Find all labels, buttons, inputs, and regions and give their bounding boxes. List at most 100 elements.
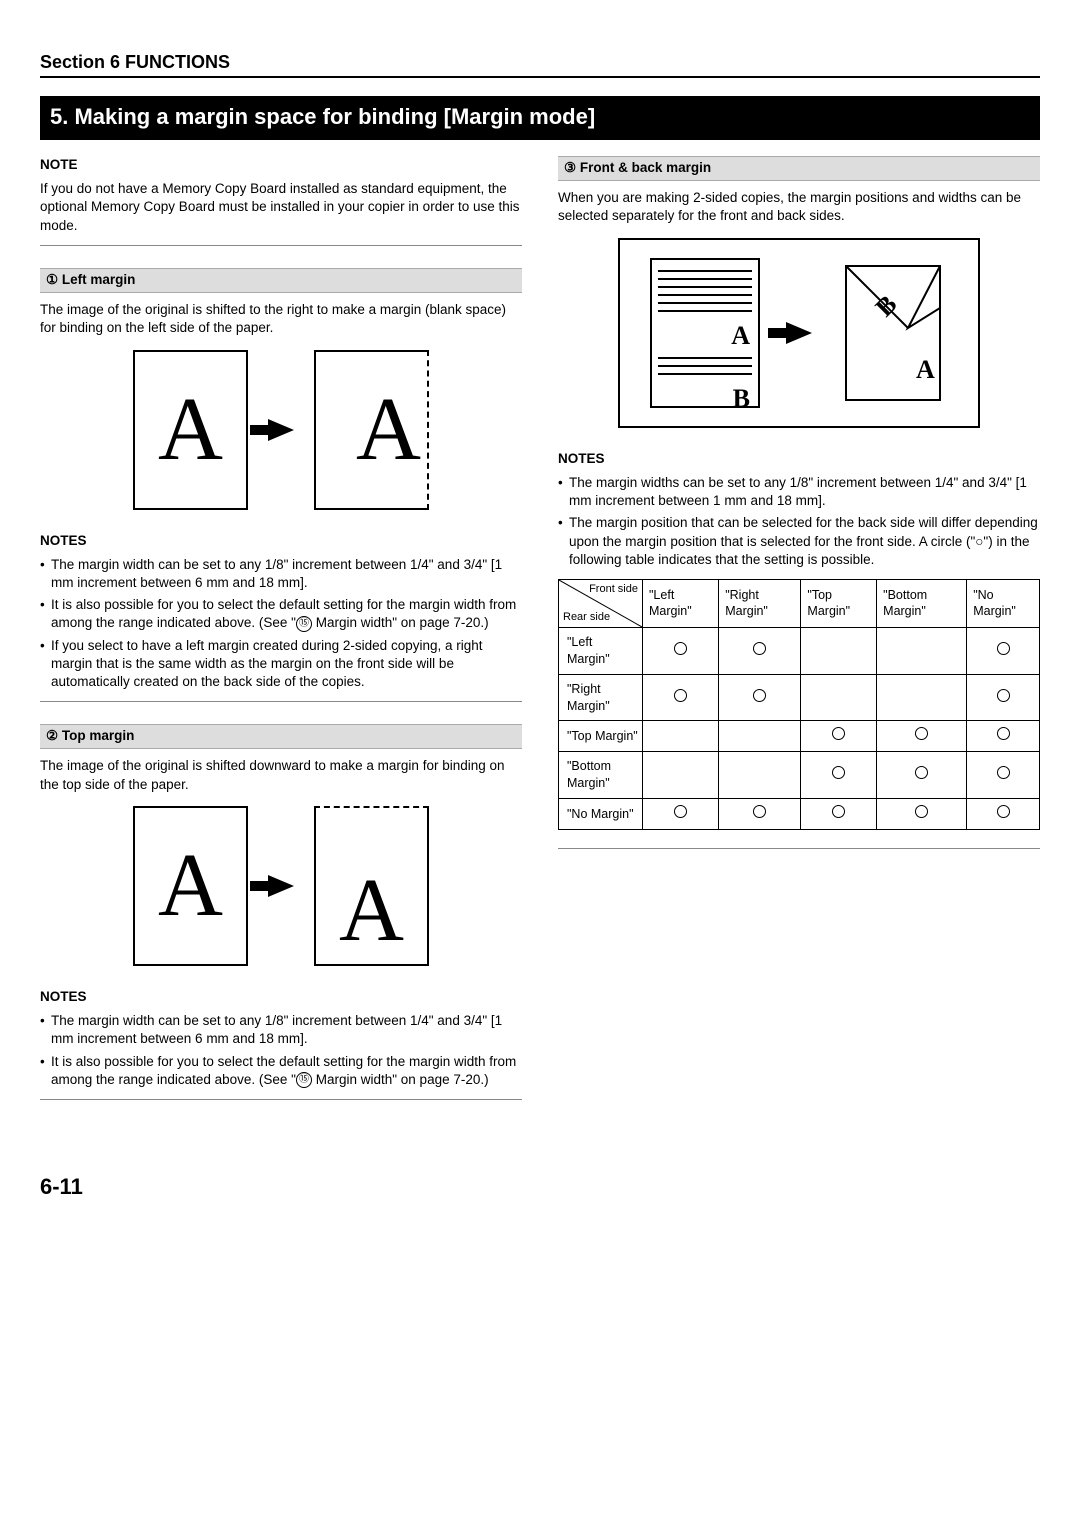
circle-mark-icon: [997, 642, 1010, 655]
col-header: "No Margin": [967, 579, 1040, 627]
list-item: It is also possible for you to select th…: [40, 596, 522, 632]
shifted-page-icon: A: [314, 350, 429, 510]
table-cell: [643, 721, 719, 752]
table-cell: [877, 752, 967, 799]
circle-mark-icon: [832, 727, 845, 740]
circle-mark-icon: [674, 805, 687, 818]
front-back-notes-list: The margin widths can be set to any 1/8"…: [558, 474, 1040, 569]
top-margin-notes-list: The margin width can be set to any 1/8" …: [40, 1012, 522, 1089]
circle-mark-icon: [997, 727, 1010, 740]
note-body: If you do not have a Memory Copy Board i…: [40, 180, 522, 235]
row-header: "Top Margin": [559, 721, 643, 752]
top-margin-body: The image of the original is shifted dow…: [40, 757, 522, 793]
table-row: "Left Margin": [559, 627, 1040, 674]
circle-mark-icon: [832, 805, 845, 818]
table-cell: [967, 721, 1040, 752]
circle-mark-icon: [753, 642, 766, 655]
row-header: "Bottom Margin": [559, 752, 643, 799]
table-cell: [877, 627, 967, 674]
list-item: If you select to have a left margin crea…: [40, 637, 522, 692]
table-cell: [801, 721, 877, 752]
left-margin-illustration: A A: [40, 350, 522, 510]
two-column-layout: NOTE If you do not have a Memory Copy Bo…: [40, 156, 1040, 1122]
front-back-illustration: A B B A: [558, 238, 1040, 428]
left-column: NOTE If you do not have a Memory Copy Bo…: [40, 156, 522, 1122]
col-header: "Left Margin": [643, 579, 719, 627]
diagonal-header-cell: Front side Rear side: [559, 579, 643, 627]
circle-mark-icon: [674, 689, 687, 702]
subheading-left-margin: ① Left margin: [40, 268, 522, 293]
arrow-icon: [268, 875, 294, 897]
notes-heading: NOTES: [40, 988, 522, 1006]
list-item: The margin width can be set to any 1/8" …: [40, 1012, 522, 1048]
subheading-top-margin: ② Top margin: [40, 724, 522, 749]
table-cell: [719, 721, 801, 752]
left-margin-notes-list: The margin width can be set to any 1/8" …: [40, 556, 522, 692]
left-margin-body: The image of the original is shifted to …: [40, 301, 522, 337]
separator: [558, 848, 1040, 849]
table-cell: [967, 674, 1040, 721]
table-cell: [877, 721, 967, 752]
separator: [40, 245, 522, 246]
svg-text:A: A: [916, 355, 935, 384]
page-title-bar: 5. Making a margin space for binding [Ma…: [40, 96, 1040, 140]
ref-number-icon: ⑮: [296, 616, 312, 632]
circle-mark-icon: [753, 805, 766, 818]
table-cell: [801, 674, 877, 721]
subheading-front-back-margin: ③ Front & back margin: [558, 156, 1040, 181]
original-page-icon: A: [133, 350, 248, 510]
table-cell: [643, 799, 719, 830]
arrow-icon: [268, 419, 294, 441]
separator: [40, 701, 522, 702]
table-cell: [719, 674, 801, 721]
circle-mark-icon: [997, 689, 1010, 702]
notes-heading: NOTES: [558, 450, 1040, 468]
table-row: "Top Margin": [559, 721, 1040, 752]
margin-compatibility-table: Front side Rear side "Left Margin" "Righ…: [558, 579, 1040, 830]
col-header: "Bottom Margin": [877, 579, 967, 627]
folded-page-icon: B A: [838, 258, 948, 408]
table-cell: [967, 752, 1040, 799]
table-cell: [801, 799, 877, 830]
shifted-page-icon: A: [314, 806, 429, 966]
list-item: The margin position that can be selected…: [558, 514, 1040, 569]
circle-mark-icon: [753, 689, 766, 702]
circle-mark-icon: [997, 766, 1010, 779]
row-header: "Left Margin": [559, 627, 643, 674]
table-cell: [967, 627, 1040, 674]
table-cell: [967, 799, 1040, 830]
list-item: It is also possible for you to select th…: [40, 1053, 522, 1089]
table-cell: [801, 752, 877, 799]
two-sided-page-icon: A B: [650, 258, 760, 408]
page-number: 6-11: [40, 1172, 1040, 1202]
table-cell: [719, 752, 801, 799]
section-header: Section 6 FUNCTIONS: [40, 50, 1040, 78]
table-cell: [643, 627, 719, 674]
front-back-body: When you are making 2-sided copies, the …: [558, 189, 1040, 225]
table-cell: [801, 627, 877, 674]
right-column: ③ Front & back margin When you are makin…: [558, 156, 1040, 1122]
table-cell: [719, 627, 801, 674]
table-row: "Right Margin": [559, 674, 1040, 721]
original-page-icon: A: [133, 806, 248, 966]
arrow-icon: [786, 322, 812, 344]
table-cell: [643, 752, 719, 799]
col-header: "Right Margin": [719, 579, 801, 627]
circle-mark-icon: [915, 766, 928, 779]
circle-mark-icon: [832, 766, 845, 779]
table-cell: [719, 799, 801, 830]
note-heading: NOTE: [40, 156, 522, 174]
table-cell: [643, 674, 719, 721]
table-row: "No Margin": [559, 799, 1040, 830]
separator: [40, 1099, 522, 1100]
table-cell: [877, 799, 967, 830]
row-header: "Right Margin": [559, 674, 643, 721]
circle-mark-icon: [674, 642, 687, 655]
notes-heading: NOTES: [40, 532, 522, 550]
circle-mark-icon: [997, 805, 1010, 818]
circle-mark-icon: [915, 805, 928, 818]
list-item: The margin width can be set to any 1/8" …: [40, 556, 522, 592]
list-item: The margin widths can be set to any 1/8"…: [558, 474, 1040, 510]
col-header: "Top Margin": [801, 579, 877, 627]
table-row: "Bottom Margin": [559, 752, 1040, 799]
